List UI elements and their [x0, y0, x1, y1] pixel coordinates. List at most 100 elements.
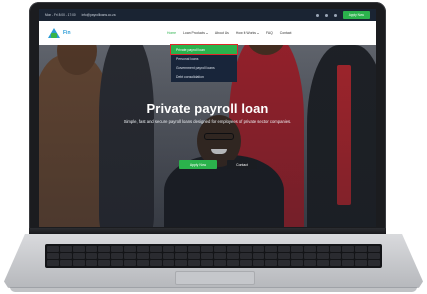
- logo-text: Fin: [63, 30, 71, 36]
- keyboard-key: [239, 260, 252, 266]
- keyboard-key: [252, 260, 265, 266]
- keyboard-key: [85, 260, 98, 266]
- keyboard-key: [329, 253, 342, 259]
- keyboard-key: [278, 246, 291, 252]
- keyboard-key: [162, 253, 175, 259]
- keyboard-key: [316, 253, 329, 259]
- keyboard-key: [239, 253, 252, 259]
- keyboard-key: [355, 253, 368, 259]
- nav-item-faq[interactable]: FAQ: [266, 31, 273, 35]
- keyboard-key: [149, 246, 162, 252]
- topbar-hours: Mon - Fri 8:00 - 17:00: [45, 13, 76, 17]
- keyboard-key: [59, 246, 72, 252]
- dropdown-item-private-payroll-loan[interactable]: Private payroll loan: [170, 44, 238, 55]
- keyboard-key: [111, 260, 124, 266]
- keyboard-key: [98, 253, 111, 259]
- keyboard-key: [162, 260, 175, 266]
- keyboard-key: [72, 246, 85, 252]
- keyboard-key: [368, 253, 380, 259]
- keyboard-key: [136, 260, 149, 266]
- dropdown-item-debt-consolidation[interactable]: Debt consolidation: [171, 72, 237, 81]
- mockup-stage: Mon - Fri 8:00 - 17:00 info@payrollloans…: [0, 0, 427, 294]
- nav-item-how-it-works[interactable]: How It Works: [236, 31, 259, 35]
- website-topbar: Mon - Fri 8:00 - 17:00 info@payrollloans…: [39, 9, 376, 21]
- keyboard-key: [291, 260, 303, 266]
- keyboard-key: [111, 253, 124, 259]
- hero-apply-button[interactable]: Apply Now: [179, 160, 217, 169]
- keyboard-key: [175, 260, 188, 266]
- keyboard-key: [214, 246, 226, 252]
- keyboard-key: [72, 260, 85, 266]
- keyboard-key: [239, 246, 252, 252]
- keyboard-key: [291, 253, 303, 259]
- keyboard-key: [47, 253, 59, 259]
- keyboard-key: [316, 260, 329, 266]
- keyboard-key: [188, 260, 201, 266]
- topbar-apply-button[interactable]: Apply Now: [342, 11, 370, 19]
- nav-item-about[interactable]: About Us: [215, 31, 229, 35]
- nav-item-loan-products[interactable]: Loan Products: [183, 31, 208, 35]
- laptop-shadow: [10, 287, 417, 292]
- dropdown-item-government-payroll-loans[interactable]: Government payroll loans: [171, 63, 237, 72]
- keyboard-key: [175, 253, 188, 259]
- keyboard-key: [201, 253, 213, 259]
- keyboard-key: [136, 246, 149, 252]
- nav-item-label: How It Works: [235, 31, 256, 35]
- keyboard-key: [342, 253, 355, 259]
- site-logo[interactable]: Fin: [47, 26, 167, 40]
- keyboard-key: [59, 253, 72, 259]
- keyboard-key: [226, 260, 239, 266]
- loan-products-dropdown: Private payroll loan Personal loans Gove…: [170, 44, 238, 82]
- keyboard-key: [214, 253, 226, 259]
- keyboard-key: [226, 253, 239, 259]
- keyboard-key: [252, 253, 265, 259]
- keyboard-key: [368, 246, 380, 252]
- linkedin-icon[interactable]: [333, 13, 337, 17]
- keyboard-key: [111, 246, 124, 252]
- keyboard-key: [47, 246, 59, 252]
- keyboard-key: [47, 260, 59, 266]
- keyboard-key: [368, 260, 380, 266]
- keyboard-key: [201, 246, 213, 252]
- keyboard-key: [355, 246, 368, 252]
- laptop-keyboard: [45, 244, 382, 268]
- keyboard-key: [278, 260, 291, 266]
- keyboard-key: [72, 253, 85, 259]
- keyboard-key: [214, 260, 226, 266]
- keyboard-key: [316, 246, 329, 252]
- keyboard-key: [85, 253, 98, 259]
- keyboard-key: [175, 246, 188, 252]
- keyboard-key: [98, 260, 111, 266]
- keyboard-key: [265, 253, 278, 259]
- hero-contact-button[interactable]: Contact: [227, 160, 257, 169]
- main-nav: Home Loan Products About Us How It Works…: [167, 31, 291, 35]
- keyboard-key: [303, 253, 316, 259]
- keyboard-key: [342, 260, 355, 266]
- website-navbar: Fin Home Loan Products About Us How It W…: [39, 21, 376, 45]
- nav-item-label: Loan Products: [183, 31, 205, 35]
- hero-subtitle: Simple, fast and secure payroll loans de…: [123, 119, 292, 124]
- keyboard-key: [124, 253, 136, 259]
- keyboard-key: [59, 260, 72, 266]
- dropdown-item-personal-loans[interactable]: Personal loans: [171, 54, 237, 63]
- keyboard-key: [342, 246, 355, 252]
- keyboard-key: [149, 253, 162, 259]
- twitter-icon[interactable]: [324, 13, 328, 17]
- hero-title: Private payroll loan: [146, 101, 269, 116]
- keyboard-key: [226, 246, 239, 252]
- keyboard-key: [265, 260, 278, 266]
- keyboard-key: [98, 246, 111, 252]
- keyboard-key: [303, 246, 316, 252]
- facebook-icon[interactable]: [315, 13, 319, 17]
- keyboard-key: [201, 260, 213, 266]
- topbar-email[interactable]: info@payrollloans.co.za: [82, 13, 116, 17]
- laptop-screen: Mon - Fri 8:00 - 17:00 info@payrollloans…: [39, 9, 376, 227]
- house-logo-icon: [47, 26, 61, 40]
- nav-item-home[interactable]: Home: [167, 31, 176, 35]
- keyboard-key: [162, 246, 175, 252]
- nav-item-contact[interactable]: Contact: [280, 31, 292, 35]
- chevron-down-icon: [205, 32, 208, 34]
- keyboard-key: [329, 246, 342, 252]
- keyboard-key: [124, 260, 136, 266]
- keyboard-key: [188, 246, 201, 252]
